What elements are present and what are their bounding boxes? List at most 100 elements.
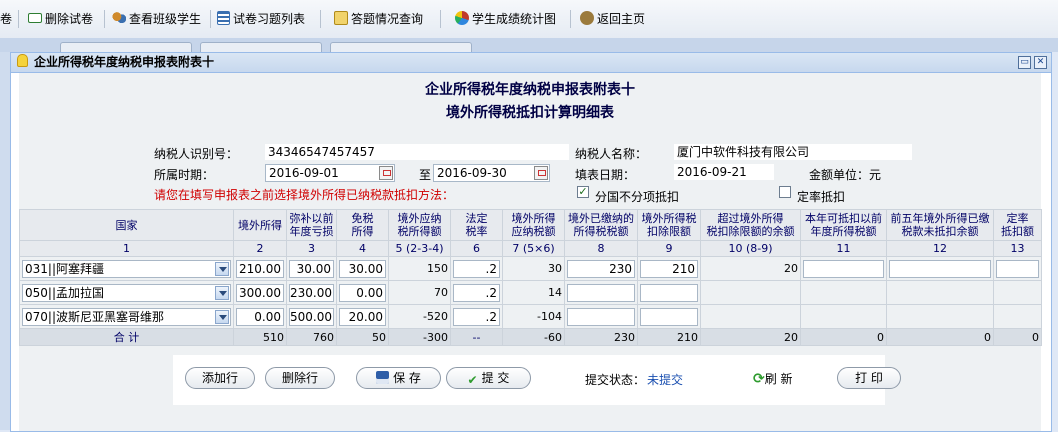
- tax-rate-input[interactable]: .2: [453, 259, 500, 278]
- form-title-sub: 境外所得税抵扣计算明细表: [446, 105, 614, 121]
- col-number: 13: [993, 240, 1042, 257]
- income-cell: 210.00: [233, 256, 287, 281]
- col-header: 超过境外所得 税扣除限额的余额: [700, 209, 801, 241]
- checkmark-icon: ✔: [467, 373, 478, 387]
- country-cell: 070||波斯尼亚黑塞哥维那: [19, 304, 234, 329]
- deduction-limit-input[interactable]: 210: [640, 259, 698, 278]
- period-label: 所属时期：: [154, 168, 215, 182]
- save-button[interactable]: 保 存: [356, 367, 441, 389]
- exempt-income-input[interactable]: 0.00: [339, 283, 386, 302]
- paper-exercise-list-button[interactable]: 试卷习题列表: [217, 9, 305, 29]
- total-five-year: 0: [886, 328, 994, 346]
- chevron-down-icon[interactable]: [215, 309, 229, 324]
- toolbar-label-4: 答题情况查询: [351, 12, 424, 26]
- window-titlebar[interactable]: 企业所得税年度纳税申报表附表十: [11, 53, 1051, 73]
- calendar-icon[interactable]: [534, 166, 548, 180]
- action-bar: 添加行 删除行 保 存 ✔ 提 交 提交状态： 未提交 ⟳刷 新 打 印: [173, 355, 901, 405]
- prior-loss-input[interactable]: 30.00: [289, 259, 334, 278]
- col-number: 7 (5×6): [502, 240, 565, 257]
- col-number: 12: [886, 240, 994, 257]
- delete-row-button[interactable]: 删除行: [265, 367, 335, 389]
- submit-button[interactable]: ✔ 提 交: [446, 367, 531, 389]
- col-header: 境外所得税 扣除限额: [637, 209, 701, 241]
- deduction-limit-input[interactable]: [640, 307, 698, 326]
- period-end-input[interactable]: 2016-09-30: [433, 164, 550, 182]
- close-button[interactable]: ✕: [1034, 56, 1047, 69]
- tax-rate-input[interactable]: .2: [453, 283, 500, 302]
- print-button[interactable]: 打 印: [837, 367, 901, 389]
- paid-tax-input[interactable]: 230: [567, 259, 635, 278]
- option-fixed-rate-checkbox[interactable]: [779, 186, 791, 198]
- taxable-income-cell: 70: [388, 280, 451, 305]
- paid-tax-input[interactable]: [567, 307, 635, 326]
- col-header: 境外所得: [233, 209, 287, 241]
- paid-tax-input[interactable]: [567, 283, 635, 302]
- chevron-down-icon[interactable]: [215, 285, 229, 300]
- score-chart-button[interactable]: 学生成绩统计图: [455, 9, 556, 29]
- taxpayer-name-field[interactable]: 厦门中软件科技有限公司: [674, 144, 912, 160]
- col-number: 5 (2-3-4): [388, 240, 451, 257]
- income-input[interactable]: 210.00: [236, 259, 284, 278]
- tax-payable-cell: 14: [502, 280, 565, 305]
- form-title-main: 企业所得税年度纳税申报表附表十: [425, 82, 635, 98]
- fill-date-field[interactable]: 2016-09-21: [674, 164, 774, 180]
- income-input[interactable]: 0.00: [236, 307, 284, 326]
- rate-cell: .2: [450, 304, 503, 329]
- excess-cell: [700, 280, 801, 305]
- total-taxable-income: -300: [388, 328, 451, 346]
- pie-chart-icon: [455, 11, 469, 25]
- prior-deduct-input[interactable]: [803, 259, 884, 278]
- loss-cell: 230.00: [286, 280, 337, 305]
- col-header: 弥补以前 年度亏损: [286, 209, 337, 241]
- submit-status-value: 未提交: [647, 373, 684, 387]
- column-number-row: 1 2 3 4 5 (2-3-4) 6 7 (5×6) 8 9 10 (8-9)…: [19, 240, 1042, 257]
- five-year-balance-input[interactable]: [889, 259, 991, 278]
- maximize-icon: ▭: [1020, 57, 1029, 67]
- option-country-label: 分国不分项抵扣: [595, 190, 680, 204]
- prior-loss-input[interactable]: 500.00: [289, 307, 334, 326]
- taxable-income-cell: 150: [388, 256, 451, 281]
- delete-paper-button[interactable]: 删除试卷: [28, 9, 93, 29]
- deduction-method-warning: 请您在填写申报表之前选择境外所得已纳税款抵扣方法：: [154, 188, 455, 202]
- excess-cell: [700, 304, 801, 329]
- edit-paper-button[interactable]: 卷: [0, 9, 12, 29]
- prior-loss-input[interactable]: 230.00: [289, 283, 334, 302]
- taxpayer-id-field[interactable]: 34346547457457: [265, 144, 569, 160]
- submit-label: 提 交: [481, 371, 510, 385]
- exempt-income-input[interactable]: 30.00: [339, 259, 386, 278]
- exempt-income-input[interactable]: 20.00: [339, 307, 386, 326]
- chevron-down-icon[interactable]: [215, 261, 229, 276]
- exempt-cell: 30.00: [336, 256, 389, 281]
- toolbar-label-6: 返回主页: [597, 12, 646, 26]
- prior-deduct-cell: [800, 304, 887, 329]
- country-cell: 031||阿塞拜疆: [19, 256, 234, 281]
- table-row: 050||孟加拉国 300.00 230.00 0.00 70 .2 14: [19, 280, 1042, 305]
- view-class-students-button[interactable]: 查看班级学生: [112, 9, 201, 29]
- col-header: 本年可抵扣以前 年度所得税额: [800, 209, 887, 241]
- country-select[interactable]: 070||波斯尼亚黑塞哥维那: [22, 307, 231, 326]
- refresh-button[interactable]: ⟳刷 新: [753, 369, 793, 389]
- col-number: 4: [336, 240, 389, 257]
- income-input[interactable]: 300.00: [236, 283, 284, 302]
- country-select[interactable]: 050||孟加拉国: [22, 283, 231, 302]
- refresh-icon: ⟳: [753, 371, 765, 387]
- home-icon: [580, 11, 594, 25]
- option-country-checkbox[interactable]: ✓: [577, 186, 589, 198]
- calendar-icon[interactable]: [379, 166, 393, 180]
- rate-cell: .2: [450, 280, 503, 305]
- fixed-rate-input[interactable]: [996, 259, 1039, 278]
- excess-cell: 20: [700, 256, 801, 281]
- col-number: 11: [800, 240, 887, 257]
- period-start-value: 2016-09-01: [269, 166, 339, 180]
- toolbar-label-2: 查看班级学生: [129, 12, 202, 26]
- table-row: 031||阿塞拜疆 210.00 30.00 30.00 150 .2 30 2…: [19, 256, 1042, 281]
- country-select[interactable]: 031||阿塞拜疆: [22, 259, 231, 278]
- return-home-button[interactable]: 返回主页: [580, 9, 645, 29]
- period-start-input[interactable]: 2016-09-01: [265, 164, 395, 182]
- add-row-button[interactable]: 添加行: [185, 367, 255, 389]
- answer-query-button[interactable]: 答题情况查询: [334, 9, 423, 29]
- tax-rate-input[interactable]: .2: [453, 307, 500, 326]
- deduction-limit-input[interactable]: [640, 283, 698, 302]
- taxpayer-id-label: 纳税人识别号：: [154, 147, 239, 161]
- maximize-button[interactable]: ▭: [1018, 56, 1031, 69]
